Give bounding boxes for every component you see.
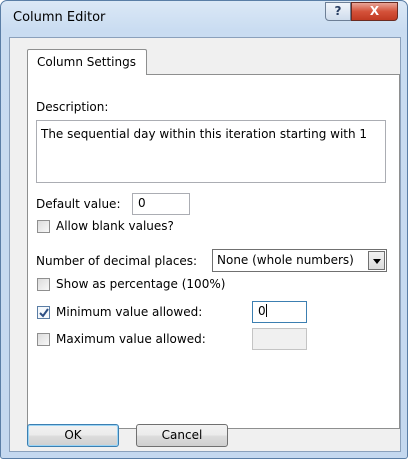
min-value-text: 0 xyxy=(258,304,266,318)
show-percentage-label: Show as percentage (100%) xyxy=(56,277,226,291)
decimal-places-value: None (whole numbers) xyxy=(217,253,354,267)
help-button[interactable]: ? xyxy=(325,2,351,21)
min-value-field[interactable]: 0 xyxy=(252,301,307,323)
dialog-client-area: Column Settings Description: The sequent… xyxy=(9,37,401,452)
column-settings-panel: Description: The sequential day within t… xyxy=(27,74,400,429)
min-value-label: Minimum value allowed: xyxy=(56,305,203,319)
decimal-places-select[interactable]: None (whole numbers) xyxy=(212,249,387,272)
close-icon: X xyxy=(369,4,380,18)
title-bar[interactable]: Column Editor ? X xyxy=(1,1,407,37)
default-value-field[interactable]: 0 xyxy=(132,193,190,215)
max-value-field[interactable] xyxy=(252,328,307,350)
tab-column-settings[interactable]: Column Settings xyxy=(27,49,147,75)
allow-blank-label: Allow blank values? xyxy=(56,219,174,233)
max-value-checkbox[interactable] xyxy=(37,333,50,346)
dialog-window: Column Editor ? X Column Settings Descri… xyxy=(0,0,408,459)
show-percentage-checkbox[interactable] xyxy=(37,278,50,291)
description-field[interactable]: The sequential day within this iteration… xyxy=(36,120,386,183)
chevron-down-icon xyxy=(373,259,381,264)
ok-button[interactable]: OK xyxy=(27,424,119,447)
text-caret xyxy=(265,304,267,317)
cancel-button[interactable]: Cancel xyxy=(136,424,228,447)
default-value-label: Default value: xyxy=(36,197,121,211)
max-value-label: Maximum value allowed: xyxy=(56,332,206,346)
allow-blank-checkbox[interactable] xyxy=(37,220,50,233)
window-title: Column Editor xyxy=(13,10,106,25)
close-button[interactable]: X xyxy=(351,2,398,21)
description-label: Description: xyxy=(36,100,109,114)
decimal-places-label: Number of decimal places: xyxy=(36,254,198,268)
checkmark-icon xyxy=(39,308,49,318)
min-value-checkbox[interactable] xyxy=(37,306,50,319)
dropdown-arrow-button[interactable] xyxy=(368,251,385,270)
